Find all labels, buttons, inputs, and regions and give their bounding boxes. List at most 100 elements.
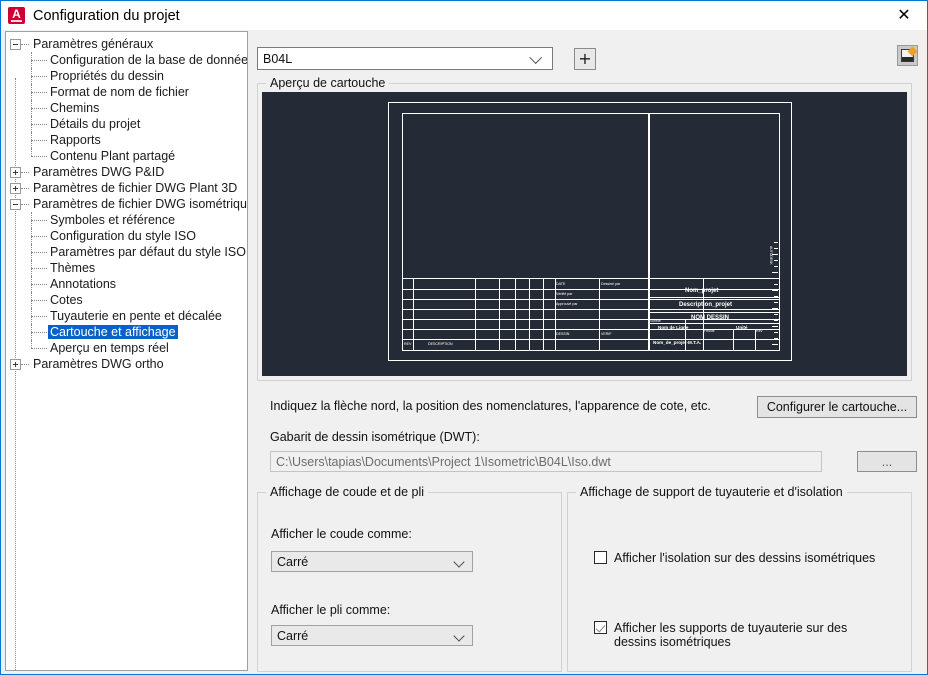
tree-connector-icon [26,116,48,132]
collapse-icon[interactable] [10,38,21,50]
dwt-template-label: Gabarit de dessin isométrique (DWT): [270,430,480,444]
dwt-path-field[interactable]: C:\Users\tapias\Documents\Project 1\Isom… [270,451,822,472]
expand-icon[interactable] [10,182,21,194]
tree-connector-icon [21,199,31,210]
plus-icon: + [578,48,592,68]
expand-icon[interactable] [10,166,21,178]
tree-item-12[interactable]: Configuration du style ISO [6,228,247,244]
settings-tree-panel[interactable]: Paramètres généraux Configuration de la b… [5,31,248,671]
insulation-checkbox[interactable] [594,551,607,564]
fold-display-select[interactable]: Carré [271,625,473,646]
tree-item-16[interactable]: Cotes [6,292,247,308]
cad-field-drawing-name: NOM DESSIN [691,315,730,321]
tree-connector-icon [26,324,48,340]
tree-item-11[interactable]: Symboles et référence [6,212,247,228]
dwt-browse-button[interactable]: ... [857,451,917,472]
settings-tree[interactable]: Paramètres généraux Configuration de la b… [6,32,247,372]
tree-item-label: Propriétés du dessin [50,69,164,83]
titleblock-preview-group: Aperçu de cartouche AUTODESK Nom_projet … [257,76,912,381]
tree-connector-icon [26,228,48,244]
style-selector-row: B04L + [257,47,921,70]
tree-item-13[interactable]: Paramètres par défaut du style ISO [6,244,247,260]
tree-item-4[interactable]: Chemins [6,100,247,116]
tree-item-0[interactable]: Paramètres généraux [6,36,247,52]
tree-item-label: Cartouche et affichage [48,325,178,339]
tree-item-9[interactable]: Paramètres de fichier DWG Plant 3D [6,180,247,196]
insulation-checkbox-label: Afficher l'isolation sur des dessins iso… [614,551,876,565]
project-configuration-dialog: Configuration du projet ✕ Paramètres gén… [0,0,928,675]
tree-item-19[interactable]: Aperçu en temps réel [6,340,247,356]
tree-item-label: Paramètres par défaut du style ISO [50,245,246,259]
collapse-icon[interactable] [10,198,21,210]
tree-connector-icon [21,39,31,50]
supports-checkbox-row[interactable]: Afficher les supports de tuyauterie sur … [594,621,879,649]
tree-connector-icon [26,340,48,356]
tree-item-label: Rapports [50,133,101,147]
tree-item-label: Symboles et référence [50,213,176,227]
cad-small-label: Approuvé par [556,302,578,306]
cad-field-project-name: Nom_projet [685,288,719,294]
tree-connector-icon [26,260,48,276]
tree-item-label: Détails du projet [50,117,141,131]
cad-small-label: Echelle [649,319,661,323]
supports-checkbox[interactable] [594,621,607,634]
chevron-down-icon [529,50,543,64]
tree-item-label: Cotes [50,293,83,307]
tree-item-17[interactable]: Tuyauterie en pente et décalée [6,308,247,324]
tree-item-1[interactable]: Configuration de la base de données [6,52,247,68]
tree-item-8[interactable]: Paramètres DWG P&ID [6,164,247,180]
tree-connector-icon [26,132,48,148]
add-style-button[interactable]: + [574,47,596,70]
tree-connector-icon [26,84,48,100]
tree-item-20[interactable]: Paramètres DWG ortho [6,356,247,372]
tree-item-5[interactable]: Détails du projet [6,116,247,132]
titleblock-hint-text: Indiquez la flèche nord, la position des… [270,399,711,413]
dwt-path-value: C:\Users\tapias\Documents\Project 1\Isom… [276,454,611,469]
tree-connector-icon [26,148,48,164]
tree-item-label: Chemins [50,101,100,115]
tree-item-label: Paramètres de fichier DWG Plant 3D [33,181,238,195]
dwt-template-row: C:\Users\tapias\Documents\Project 1\Isom… [257,451,921,472]
tree-connector-icon [26,292,48,308]
tree-item-3[interactable]: Format de nom de fichier [6,84,247,100]
tree-item-15[interactable]: Annotations [6,276,247,292]
bottom-groups-row: Affichage de coude et de pli Afficher le… [257,485,921,672]
cad-field-project-mta: Nom_de_projet-M.T.A. [653,340,702,345]
insulation-checkbox-row[interactable]: Afficher l'isolation sur des dessins iso… [594,551,875,565]
cad-small-label: DATE [556,282,566,286]
tree-item-10[interactable]: Paramètres de fichier DWG isométrique [6,196,247,212]
style-combo[interactable]: B04L [257,47,553,70]
tree-item-14[interactable]: Thèmes [6,260,247,276]
bend-display-group: Affichage de coude et de pli Afficher le… [257,485,562,672]
tree-connector-icon [26,308,48,324]
window-title: Configuration du projet [33,7,180,24]
cad-small-label: Dessiné par [601,282,621,286]
tree-item-label: Contenu Plant partagé [50,149,176,163]
tree-item-label: Tuyauterie en pente et décalée [50,309,222,323]
bend-display-select[interactable]: Carré [271,551,473,572]
tree-connector-icon [26,244,48,260]
tree-connector-icon [26,68,48,84]
close-button[interactable]: ✕ [881,1,927,29]
tree-item-6[interactable]: Rapports [6,132,247,148]
fold-display-value: Carré [277,628,309,643]
expand-icon[interactable] [10,358,21,370]
chevron-down-icon [453,556,465,568]
tree-item-7[interactable]: Contenu Plant partagé [6,148,247,164]
bend-display-value: Carré [277,554,309,569]
drawing-sheet-icon-button[interactable] [897,45,918,66]
tree-item-label: Paramètres DWG ortho [33,357,164,371]
cad-field-project-desc: Description_projet [679,302,733,308]
tree-item-label: Thèmes [50,261,96,275]
tree-item-2[interactable]: Propriétés du dessin [6,68,247,84]
tree-item-label: Paramètres DWG P&ID [33,165,165,179]
tree-item-18[interactable]: Cartouche et affichage [6,324,247,340]
dwt-browse-label: ... [881,454,893,469]
fold-display-label: Afficher le pli comme: [271,603,391,617]
bend-display-label: Afficher le coude comme: [271,527,412,541]
drawing-sheet-icon [901,49,914,62]
tree-item-label: Format de nom de fichier [50,85,189,99]
configure-titleblock-button[interactable]: Configurer le cartouche... [757,396,917,418]
style-combo-value: B04L [263,51,293,66]
titleblock-preview-legend: Aperçu de cartouche [266,76,390,90]
